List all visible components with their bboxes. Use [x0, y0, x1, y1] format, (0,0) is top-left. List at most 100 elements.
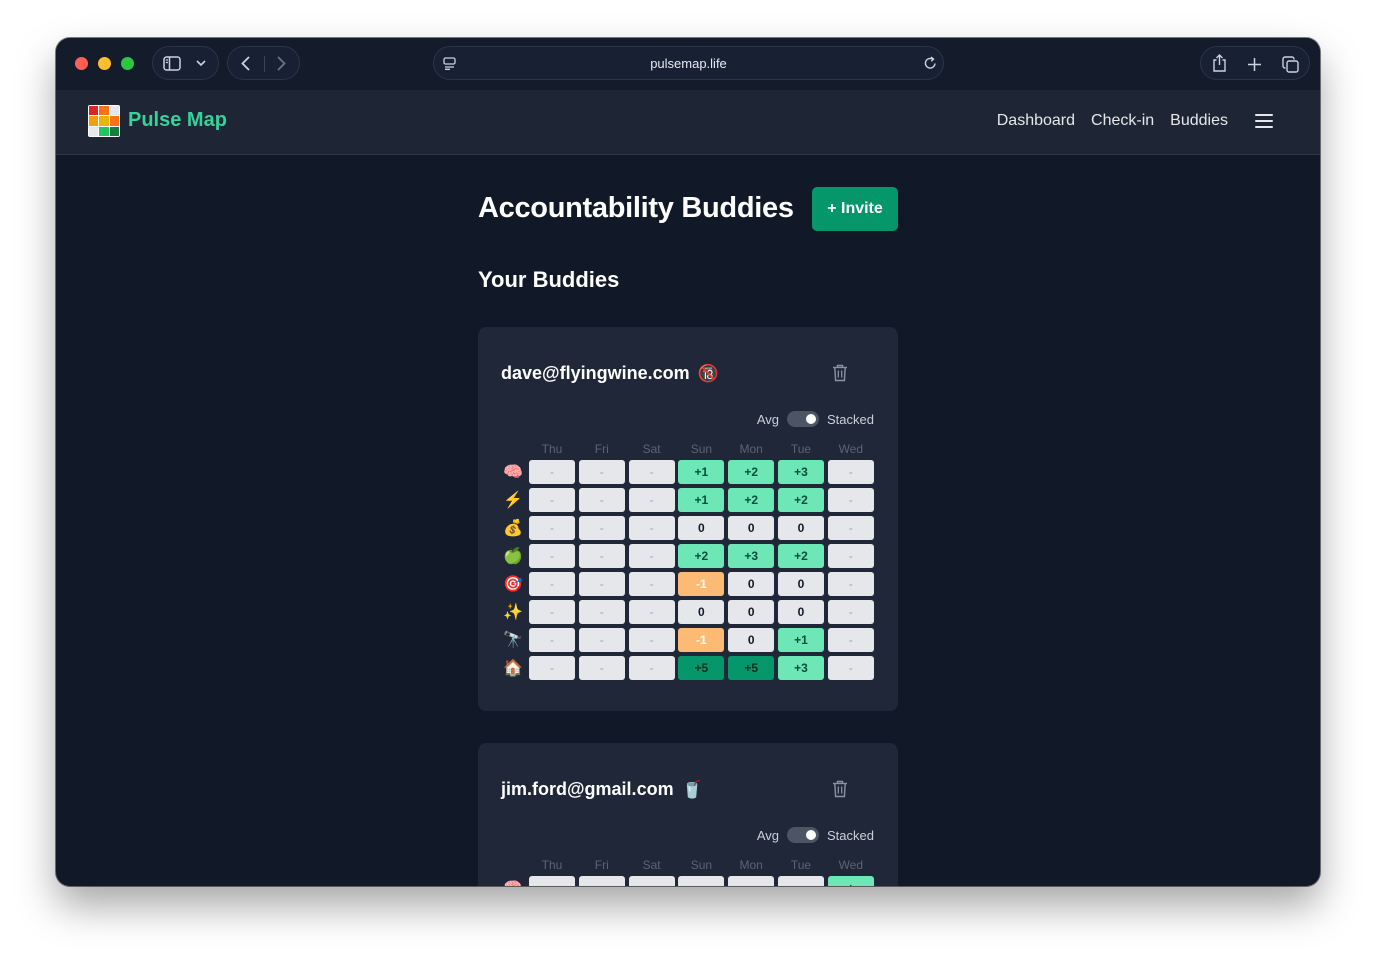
mood-cell[interactable]: - — [628, 876, 675, 886]
mood-cell[interactable]: - — [578, 516, 625, 540]
mood-cell[interactable]: - — [628, 460, 675, 484]
mood-cell[interactable]: 0 — [728, 628, 775, 652]
reload-icon[interactable] — [923, 56, 937, 70]
nav-link-dashboard[interactable]: Dashboard — [997, 112, 1075, 130]
mood-cell[interactable]: - — [827, 572, 874, 596]
mood-cell[interactable]: - — [628, 656, 675, 680]
mood-cell[interactable]: - — [827, 600, 874, 624]
day-header: Sun — [690, 858, 713, 872]
mood-cell[interactable]: +2 — [778, 488, 824, 512]
mood-cell[interactable]: - — [578, 876, 625, 886]
mood-cell[interactable]: +2 — [778, 544, 824, 568]
url-text[interactable]: pulsemap.life — [650, 56, 727, 71]
mood-cell[interactable]: +5 — [678, 656, 725, 680]
mood-cell[interactable]: - — [529, 876, 575, 886]
mood-cell[interactable]: - — [578, 488, 625, 512]
mood-cell[interactable]: - — [827, 544, 874, 568]
mood-cell[interactable]: - — [827, 656, 874, 680]
mood-cell[interactable]: +1 — [678, 488, 725, 512]
mood-cell[interactable]: +2 — [728, 460, 775, 484]
mood-cell[interactable]: 0 — [728, 516, 775, 540]
mood-cell[interactable]: - — [529, 628, 575, 652]
menu-icon[interactable] — [1255, 114, 1273, 128]
metric-emoji: ⚡ — [503, 492, 523, 509]
mood-cell[interactable]: 0 — [678, 600, 725, 624]
nav-link-buddies[interactable]: Buddies — [1170, 112, 1228, 130]
forward-arrow-icon[interactable] — [274, 55, 288, 71]
toggle-label-stacked: Stacked — [827, 411, 874, 427]
mood-cell[interactable]: +5 — [728, 656, 775, 680]
view-toggle: Avg Stacked — [757, 411, 874, 427]
mood-cell[interactable]: +3 — [778, 460, 824, 484]
mood-cell[interactable]: - — [529, 600, 575, 624]
mood-cell[interactable]: - — [578, 628, 625, 652]
mood-cell[interactable]: - — [678, 876, 725, 886]
toggle-label-avg: Avg — [756, 411, 780, 427]
mood-cell[interactable]: - — [628, 544, 675, 568]
toggle-label-stacked: Stacked — [827, 827, 874, 843]
mood-cell[interactable]: 0 — [778, 516, 824, 540]
mood-cell[interactable]: +2 — [728, 488, 775, 512]
mood-cell[interactable]: - — [529, 516, 575, 540]
sidebar-icon[interactable] — [163, 55, 181, 71]
address-bar[interactable]: pulsemap.life — [433, 46, 944, 80]
new-tab-icon[interactable] — [1246, 56, 1262, 72]
chevron-down-icon[interactable] — [195, 57, 207, 69]
mood-cell[interactable]: - — [778, 876, 824, 886]
avg-stacked-switch[interactable] — [787, 827, 820, 843]
mood-cell[interactable]: +3 — [728, 544, 775, 568]
back-arrow-icon[interactable] — [238, 55, 252, 71]
mood-cell[interactable]: -1 — [678, 572, 725, 596]
history-nav-group — [227, 46, 300, 80]
mood-cell[interactable]: - — [578, 460, 625, 484]
metric-emoji: 🎯 — [503, 576, 523, 593]
mood-cell[interactable]: +3 — [778, 656, 824, 680]
mood-cell[interactable]: - — [628, 516, 675, 540]
mood-cell[interactable]: - — [728, 876, 775, 886]
mood-cell[interactable]: + — [827, 876, 874, 886]
mood-cell[interactable]: - — [578, 600, 625, 624]
mood-cell[interactable]: - — [827, 628, 874, 652]
mood-cell[interactable]: - — [529, 488, 575, 512]
mood-cell[interactable]: 0 — [678, 516, 725, 540]
mood-cell[interactable]: - — [529, 460, 575, 484]
mood-cell[interactable]: - — [628, 572, 675, 596]
mood-cell[interactable]: - — [827, 516, 874, 540]
pulse-map-logo[interactable] — [88, 105, 120, 137]
page-settings-icon[interactable] — [442, 56, 456, 70]
buddy-status-emoji: 🔞 — [697, 363, 719, 383]
mood-cell[interactable]: 0 — [728, 572, 775, 596]
mood-cell[interactable]: - — [529, 572, 575, 596]
mood-cell[interactable]: - — [628, 628, 675, 652]
minimize-window-button[interactable] — [98, 57, 111, 70]
mood-cell[interactable]: 0 — [778, 600, 824, 624]
tab-overview-icon[interactable] — [1281, 55, 1299, 73]
invite-button[interactable]: + Invite — [812, 187, 898, 231]
close-window-button[interactable] — [75, 57, 88, 70]
mood-cell[interactable]: - — [827, 460, 874, 484]
mood-cell[interactable]: +1 — [678, 460, 725, 484]
nav-link-check-in[interactable]: Check-in — [1091, 112, 1154, 130]
mood-cell[interactable]: - — [578, 656, 625, 680]
mood-cell[interactable]: +2 — [678, 544, 725, 568]
mood-cell[interactable]: - — [578, 572, 625, 596]
day-header: Mon — [739, 858, 763, 872]
mood-cell[interactable]: 0 — [778, 572, 824, 596]
share-icon[interactable] — [1211, 54, 1227, 72]
mood-cell[interactable]: - — [529, 656, 575, 680]
maximize-window-button[interactable] — [121, 57, 134, 70]
mood-cell[interactable]: -1 — [678, 628, 725, 652]
mood-cell[interactable]: +1 — [778, 628, 824, 652]
mood-cell[interactable]: - — [628, 600, 675, 624]
mood-cell[interactable]: 0 — [728, 600, 775, 624]
mood-cell[interactable]: - — [578, 544, 625, 568]
mood-cell[interactable]: - — [529, 544, 575, 568]
logo-square — [99, 126, 109, 136]
avg-stacked-switch[interactable] — [787, 411, 820, 427]
browser-actions-group — [1200, 46, 1310, 80]
mood-cell[interactable]: - — [827, 488, 874, 512]
mood-cell[interactable]: - — [628, 488, 675, 512]
trash-icon[interactable] — [832, 364, 848, 382]
brand-name[interactable]: Pulse Map — [128, 109, 227, 132]
trash-icon[interactable] — [832, 780, 848, 798]
